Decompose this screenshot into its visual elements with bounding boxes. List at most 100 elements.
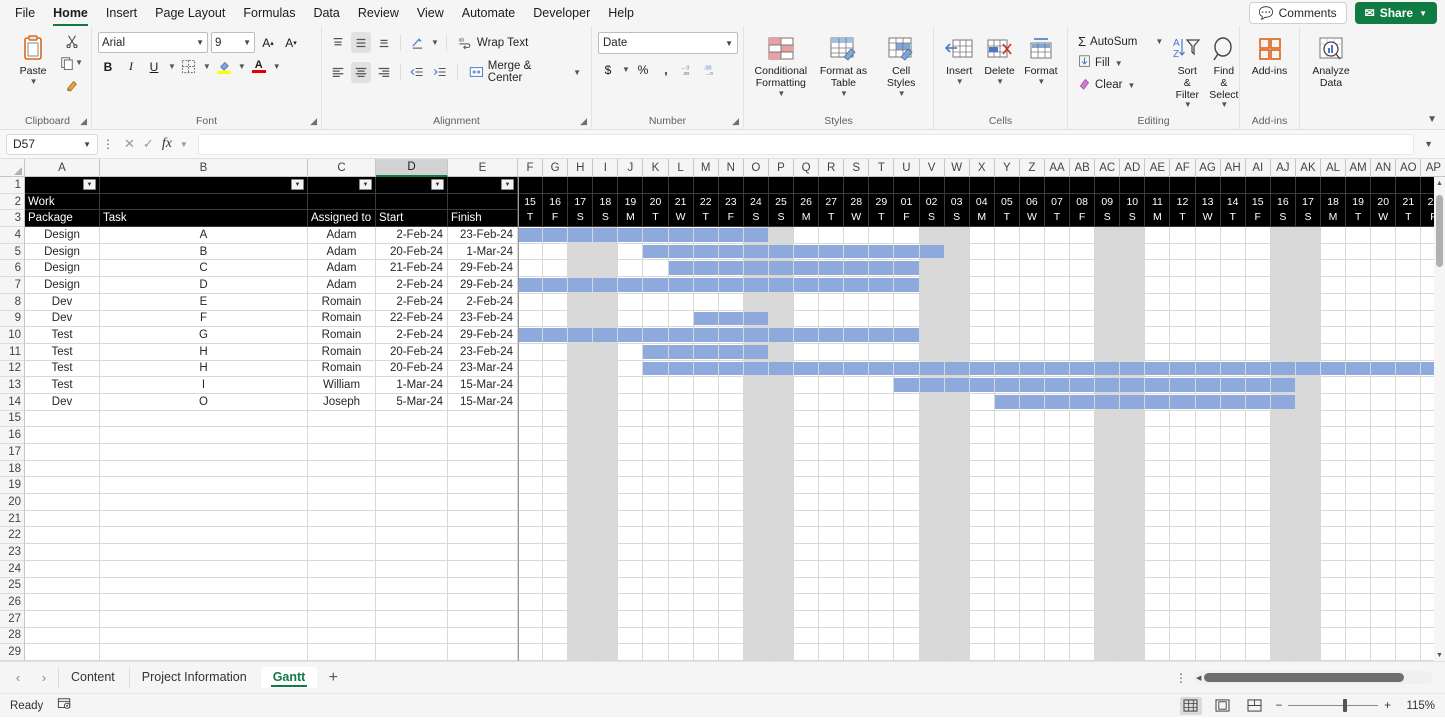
- empty-gantt-cell[interactable]: [1246, 594, 1271, 611]
- empty-gantt-cell[interactable]: [1321, 628, 1346, 645]
- cell-start[interactable]: 20-Feb-24: [376, 361, 448, 378]
- empty-gantt-cell[interactable]: [995, 561, 1020, 578]
- gantt-cell[interactable]: [945, 311, 970, 328]
- empty-gantt-cell[interactable]: [844, 611, 869, 628]
- cell-work-package[interactable]: Test: [25, 344, 100, 361]
- cell-start[interactable]: 2-Feb-24: [376, 227, 448, 244]
- gantt-cell[interactable]: [1120, 377, 1145, 394]
- gantt-cell[interactable]: [719, 260, 744, 277]
- empty-gantt-cell[interactable]: [819, 444, 844, 461]
- empty-gantt-cell[interactable]: [1296, 644, 1321, 661]
- empty-row[interactable]: [25, 544, 1445, 561]
- empty-gantt-cell[interactable]: [593, 427, 618, 444]
- column-header-z[interactable]: Z: [1020, 159, 1045, 177]
- gantt-cell[interactable]: [518, 227, 543, 244]
- font-color-button[interactable]: A: [249, 56, 269, 77]
- empty-gantt-cell[interactable]: [1346, 444, 1371, 461]
- gantt-cell[interactable]: [719, 244, 744, 261]
- empty-gantt-cell[interactable]: [1170, 527, 1195, 544]
- gantt-cell[interactable]: [1296, 377, 1321, 394]
- empty-gantt-cell[interactable]: [669, 461, 694, 478]
- empty-gantt-cell[interactable]: [1170, 444, 1195, 461]
- cell-work-package[interactable]: Design: [25, 227, 100, 244]
- gantt-cell[interactable]: [568, 294, 593, 311]
- menu-item-insert[interactable]: Insert: [97, 3, 146, 23]
- cell-finish[interactable]: 15-Mar-24: [448, 377, 518, 394]
- empty-gantt-cell[interactable]: [920, 611, 945, 628]
- gantt-cell[interactable]: [945, 377, 970, 394]
- empty-gantt-cell[interactable]: [1396, 544, 1421, 561]
- empty-row[interactable]: [25, 494, 1445, 511]
- empty-gantt-cell[interactable]: [894, 411, 919, 428]
- gantt-cell[interactable]: [970, 260, 995, 277]
- empty-gantt-cell[interactable]: [568, 461, 593, 478]
- gantt-cell[interactable]: [744, 361, 769, 378]
- gantt-cell[interactable]: [694, 394, 719, 411]
- empty-gantt-cell[interactable]: [643, 477, 668, 494]
- empty-gantt-cell[interactable]: [920, 477, 945, 494]
- empty-gantt-cell[interactable]: [543, 611, 568, 628]
- empty-gantt-cell[interactable]: [1120, 511, 1145, 528]
- row-header-3[interactable]: 3: [0, 210, 25, 227]
- empty-gantt-cell[interactable]: [1371, 427, 1396, 444]
- empty-cell[interactable]: [308, 594, 376, 611]
- empty-gantt-cell[interactable]: [1296, 461, 1321, 478]
- table-row[interactable]: DevERomain2-Feb-242-Feb-24: [25, 294, 1445, 311]
- empty-gantt-cell[interactable]: [543, 644, 568, 661]
- column-header-ah[interactable]: AH: [1221, 159, 1246, 177]
- gantt-cell[interactable]: [1371, 344, 1396, 361]
- column-header-y[interactable]: Y: [995, 159, 1020, 177]
- empty-gantt-cell[interactable]: [1170, 561, 1195, 578]
- cell-work-package[interactable]: Dev: [25, 294, 100, 311]
- empty-gantt-cell[interactable]: [819, 611, 844, 628]
- row-header-19[interactable]: 19: [0, 477, 25, 494]
- gantt-cell[interactable]: [920, 260, 945, 277]
- gantt-cell[interactable]: [869, 260, 894, 277]
- empty-gantt-cell[interactable]: [1396, 427, 1421, 444]
- wrap-text-button[interactable]: ab Wrap Text: [454, 34, 532, 52]
- empty-gantt-cell[interactable]: [794, 578, 819, 595]
- zoom-thumb[interactable]: [1343, 699, 1347, 712]
- gantt-cell[interactable]: [744, 311, 769, 328]
- empty-gantt-cell[interactable]: [669, 427, 694, 444]
- column-header-ag[interactable]: AG: [1196, 159, 1221, 177]
- empty-gantt-cell[interactable]: [1145, 561, 1170, 578]
- empty-gantt-cell[interactable]: [794, 477, 819, 494]
- empty-row[interactable]: [25, 611, 1445, 628]
- gantt-cell[interactable]: [593, 394, 618, 411]
- empty-gantt-cell[interactable]: [694, 628, 719, 645]
- column-header-i[interactable]: I: [593, 159, 618, 177]
- empty-gantt-cell[interactable]: [593, 494, 618, 511]
- empty-gantt-cell[interactable]: [593, 511, 618, 528]
- empty-gantt-cell[interactable]: [1321, 427, 1346, 444]
- vertical-scrollbar[interactable]: ▲ ▼: [1434, 177, 1445, 661]
- bold-button[interactable]: B: [98, 56, 118, 77]
- empty-gantt-cell[interactable]: [593, 611, 618, 628]
- row-header-22[interactable]: 22: [0, 527, 25, 544]
- gantt-cell[interactable]: [744, 260, 769, 277]
- gantt-cell[interactable]: [970, 227, 995, 244]
- column-header-c[interactable]: C: [308, 159, 376, 177]
- zoom-slider[interactable]: − +: [1276, 700, 1391, 712]
- empty-cell[interactable]: [376, 578, 448, 595]
- cell-start[interactable]: 21-Feb-24: [376, 260, 448, 277]
- empty-gantt-cell[interactable]: [894, 561, 919, 578]
- empty-gantt-cell[interactable]: [1321, 544, 1346, 561]
- empty-gantt-cell[interactable]: [819, 494, 844, 511]
- empty-gantt-cell[interactable]: [744, 628, 769, 645]
- empty-gantt-cell[interactable]: [1095, 494, 1120, 511]
- empty-gantt-cell[interactable]: [669, 411, 694, 428]
- empty-gantt-cell[interactable]: [618, 411, 643, 428]
- empty-cell[interactable]: [376, 461, 448, 478]
- empty-gantt-cell[interactable]: [1170, 511, 1195, 528]
- gantt-cell[interactable]: [543, 377, 568, 394]
- conditional-formatting-button[interactable]: Conditional Formatting ▼: [750, 30, 812, 100]
- empty-gantt-cell[interactable]: [1020, 411, 1045, 428]
- gantt-cell[interactable]: [1396, 260, 1421, 277]
- empty-gantt-cell[interactable]: [894, 527, 919, 544]
- gantt-cell[interactable]: [643, 311, 668, 328]
- empty-cell[interactable]: [25, 511, 100, 528]
- gantt-cell[interactable]: [1221, 377, 1246, 394]
- column-header-h[interactable]: H: [568, 159, 593, 177]
- empty-gantt-cell[interactable]: [869, 544, 894, 561]
